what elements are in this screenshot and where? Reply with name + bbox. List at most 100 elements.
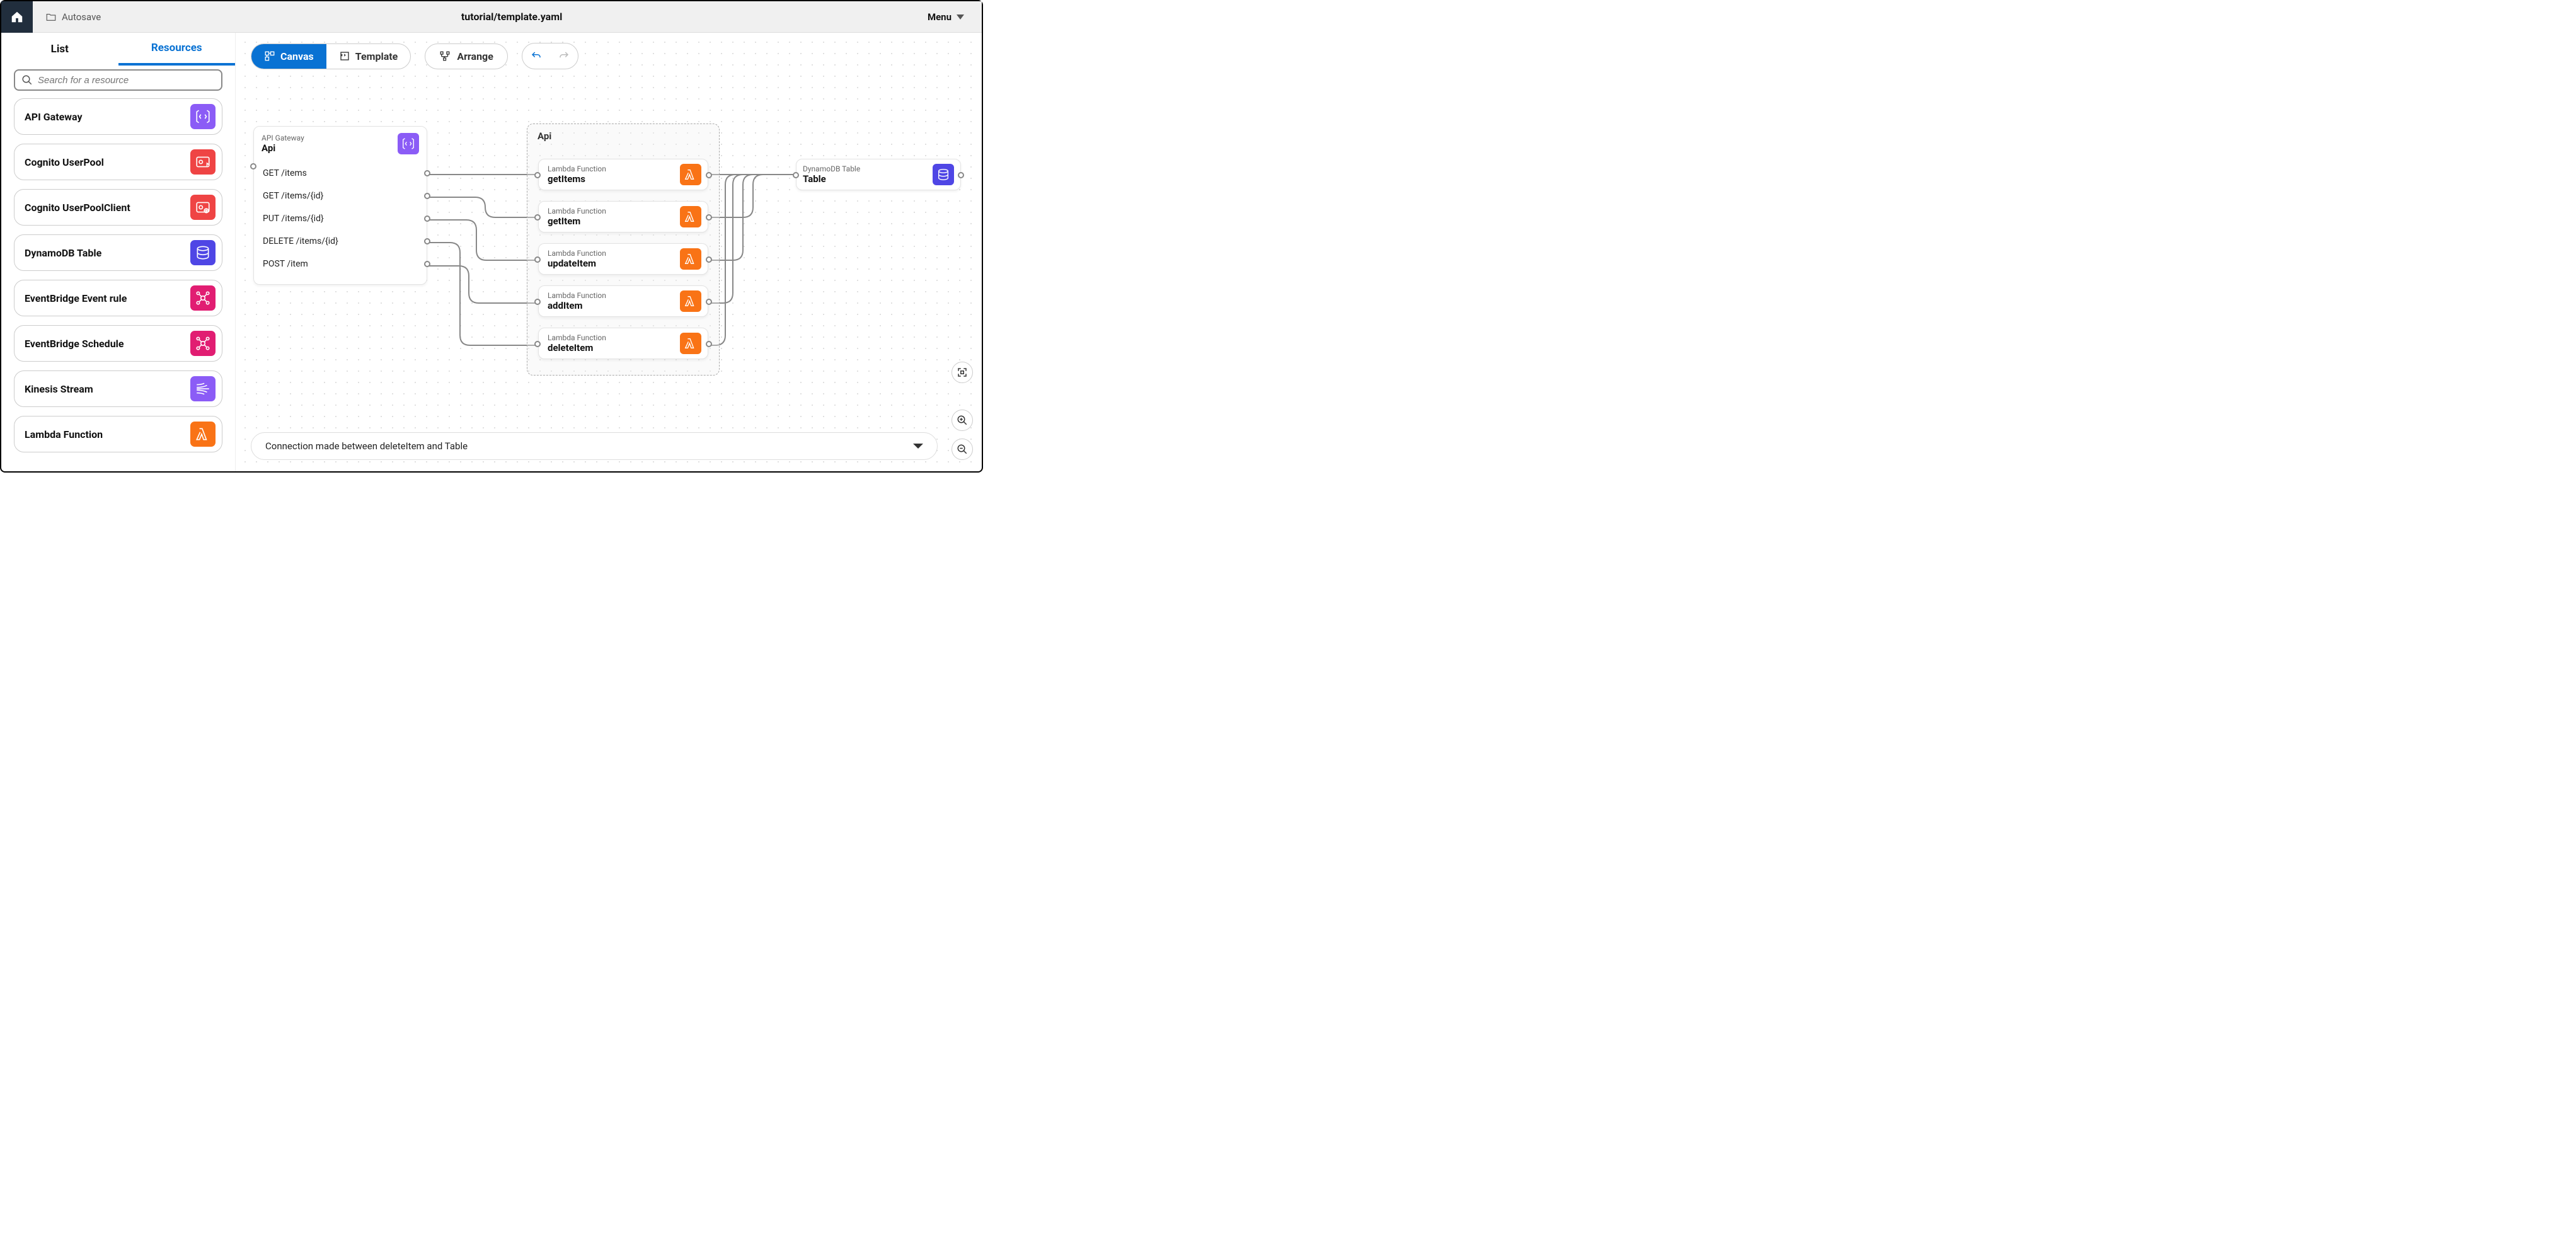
zoom-out-button[interactable]	[952, 439, 973, 460]
resource-item-api-gateway[interactable]: API Gateway	[14, 98, 222, 135]
apigateway-icon	[398, 133, 419, 154]
api-route[interactable]: GET /items	[263, 162, 418, 185]
group-title: Api	[538, 130, 551, 142]
port-out[interactable]	[424, 193, 430, 199]
node-name: Api	[262, 142, 304, 154]
chevron-down-icon	[957, 14, 964, 20]
home-button[interactable]	[1, 1, 33, 33]
resource-label: Lambda Function	[25, 428, 103, 440]
node-name: getItem	[548, 215, 606, 227]
undo-button[interactable]	[522, 43, 550, 69]
node-type: Lambda Function	[548, 207, 606, 215]
resource-item-eventbridge-schedule[interactable]: EventBridge Schedule	[14, 325, 222, 362]
node-type: Lambda Function	[548, 164, 606, 173]
port-out[interactable]	[424, 215, 430, 222]
redo-icon	[558, 50, 570, 62]
lambda-icon	[680, 206, 701, 227]
autosave-indicator: Autosave	[33, 11, 113, 23]
search-input-wrapper[interactable]	[14, 69, 222, 91]
redo-button[interactable]	[550, 43, 578, 69]
tab-list[interactable]: List	[1, 33, 118, 66]
search-icon	[21, 74, 33, 86]
search-input[interactable]	[38, 75, 215, 86]
dynamo-icon	[190, 240, 216, 265]
port-out[interactable]	[424, 170, 430, 176]
view-template-button[interactable]: Template	[326, 44, 411, 69]
view-canvas-button[interactable]: Canvas	[251, 44, 326, 69]
port-in[interactable]	[534, 256, 541, 263]
node-type: Lambda Function	[548, 333, 606, 342]
node-dynamodb-table[interactable]: DynamoDB Table Table	[796, 159, 961, 190]
port-in[interactable]	[793, 172, 799, 178]
node-type: API Gateway	[262, 134, 304, 142]
port-out[interactable]	[706, 256, 712, 263]
resource-item-dynamodb-table[interactable]: DynamoDB Table	[14, 234, 222, 271]
template-icon	[339, 50, 350, 62]
port-in[interactable]	[534, 341, 541, 347]
node-type: Lambda Function	[548, 249, 606, 258]
node-name: addItem	[548, 300, 606, 311]
chevron-down-icon	[913, 444, 923, 449]
arrange-button[interactable]: Arrange	[425, 43, 508, 69]
node-name: updateItem	[548, 258, 606, 269]
resource-item-kinesis-stream[interactable]: Kinesis Stream	[14, 370, 222, 407]
node-lambda-updateitem[interactable]: Lambda FunctionupdateItem	[538, 243, 708, 275]
cognito-icon	[190, 149, 216, 175]
resource-label: EventBridge Schedule	[25, 338, 124, 350]
canvas-icon	[264, 50, 275, 62]
resource-item-cognito-userpoolclient[interactable]: Cognito UserPoolClient	[14, 189, 222, 226]
folder-icon	[45, 11, 57, 23]
zoom-out-icon	[957, 444, 968, 455]
home-icon	[10, 10, 24, 24]
undo-icon	[531, 50, 542, 62]
resource-label: DynamoDB Table	[25, 247, 101, 259]
port-out[interactable]	[424, 261, 430, 267]
zoom-in-icon	[957, 415, 968, 426]
node-name: Table	[803, 173, 860, 185]
menu-button[interactable]: Menu	[910, 11, 982, 23]
api-route[interactable]: PUT /items/{id}	[263, 207, 418, 230]
node-name: getItems	[548, 173, 606, 185]
port-out[interactable]	[706, 299, 712, 305]
page-title: tutorial/template.yaml	[113, 11, 910, 23]
node-type: DynamoDB Table	[803, 164, 860, 173]
lambda-icon	[190, 422, 216, 447]
node-lambda-deleteitem[interactable]: Lambda FunctiondeleteItem	[538, 328, 708, 359]
api-route[interactable]: GET /items/{id}	[263, 185, 418, 207]
node-name: deleteItem	[548, 342, 606, 353]
node-lambda-getitems[interactable]: Lambda FunctiongetItems	[538, 159, 708, 190]
resource-label: Cognito UserPool	[25, 156, 104, 168]
sidebar: List Resources API Gateway Cognito UserP…	[1, 33, 236, 471]
fit-button[interactable]	[952, 362, 973, 383]
node-api-gateway[interactable]: API Gateway Api GET /itemsGET /items/{id…	[253, 126, 427, 285]
node-lambda-getitem[interactable]: Lambda FunctiongetItem	[538, 201, 708, 233]
eventbridge-icon	[190, 285, 216, 311]
lambda-icon	[680, 333, 701, 354]
status-bar[interactable]: Connection made between deleteItem and T…	[251, 432, 938, 460]
port-in[interactable]	[534, 299, 541, 305]
status-message: Connection made between deleteItem and T…	[265, 440, 468, 452]
resource-item-lambda-function[interactable]: Lambda Function	[14, 416, 222, 452]
resource-item-eventbridge-event-rule[interactable]: EventBridge Event rule	[14, 280, 222, 316]
port-out[interactable]	[706, 172, 712, 178]
dynamodb-icon	[933, 164, 954, 185]
resource-label: EventBridge Event rule	[25, 292, 127, 304]
apigw-icon	[190, 104, 216, 129]
port-out[interactable]	[958, 172, 964, 178]
tab-resources[interactable]: Resources	[118, 33, 236, 66]
api-route[interactable]: POST /item	[263, 253, 418, 275]
api-route[interactable]: DELETE /items/{id}	[263, 230, 418, 253]
eventbridge-icon	[190, 331, 216, 356]
zoom-in-button[interactable]	[952, 410, 973, 431]
node-lambda-additem[interactable]: Lambda FunctionaddItem	[538, 285, 708, 317]
port-out[interactable]	[706, 214, 712, 221]
canvas[interactable]: Canvas Template Arrange	[236, 33, 982, 471]
lambda-icon	[680, 164, 701, 185]
port-in[interactable]	[534, 214, 541, 221]
port-out[interactable]	[706, 341, 712, 347]
port-out[interactable]	[424, 238, 430, 244]
port-in[interactable]	[250, 163, 256, 169]
cognito-client-icon	[190, 195, 216, 220]
port-in[interactable]	[534, 172, 541, 178]
resource-item-cognito-userpool[interactable]: Cognito UserPool	[14, 144, 222, 180]
